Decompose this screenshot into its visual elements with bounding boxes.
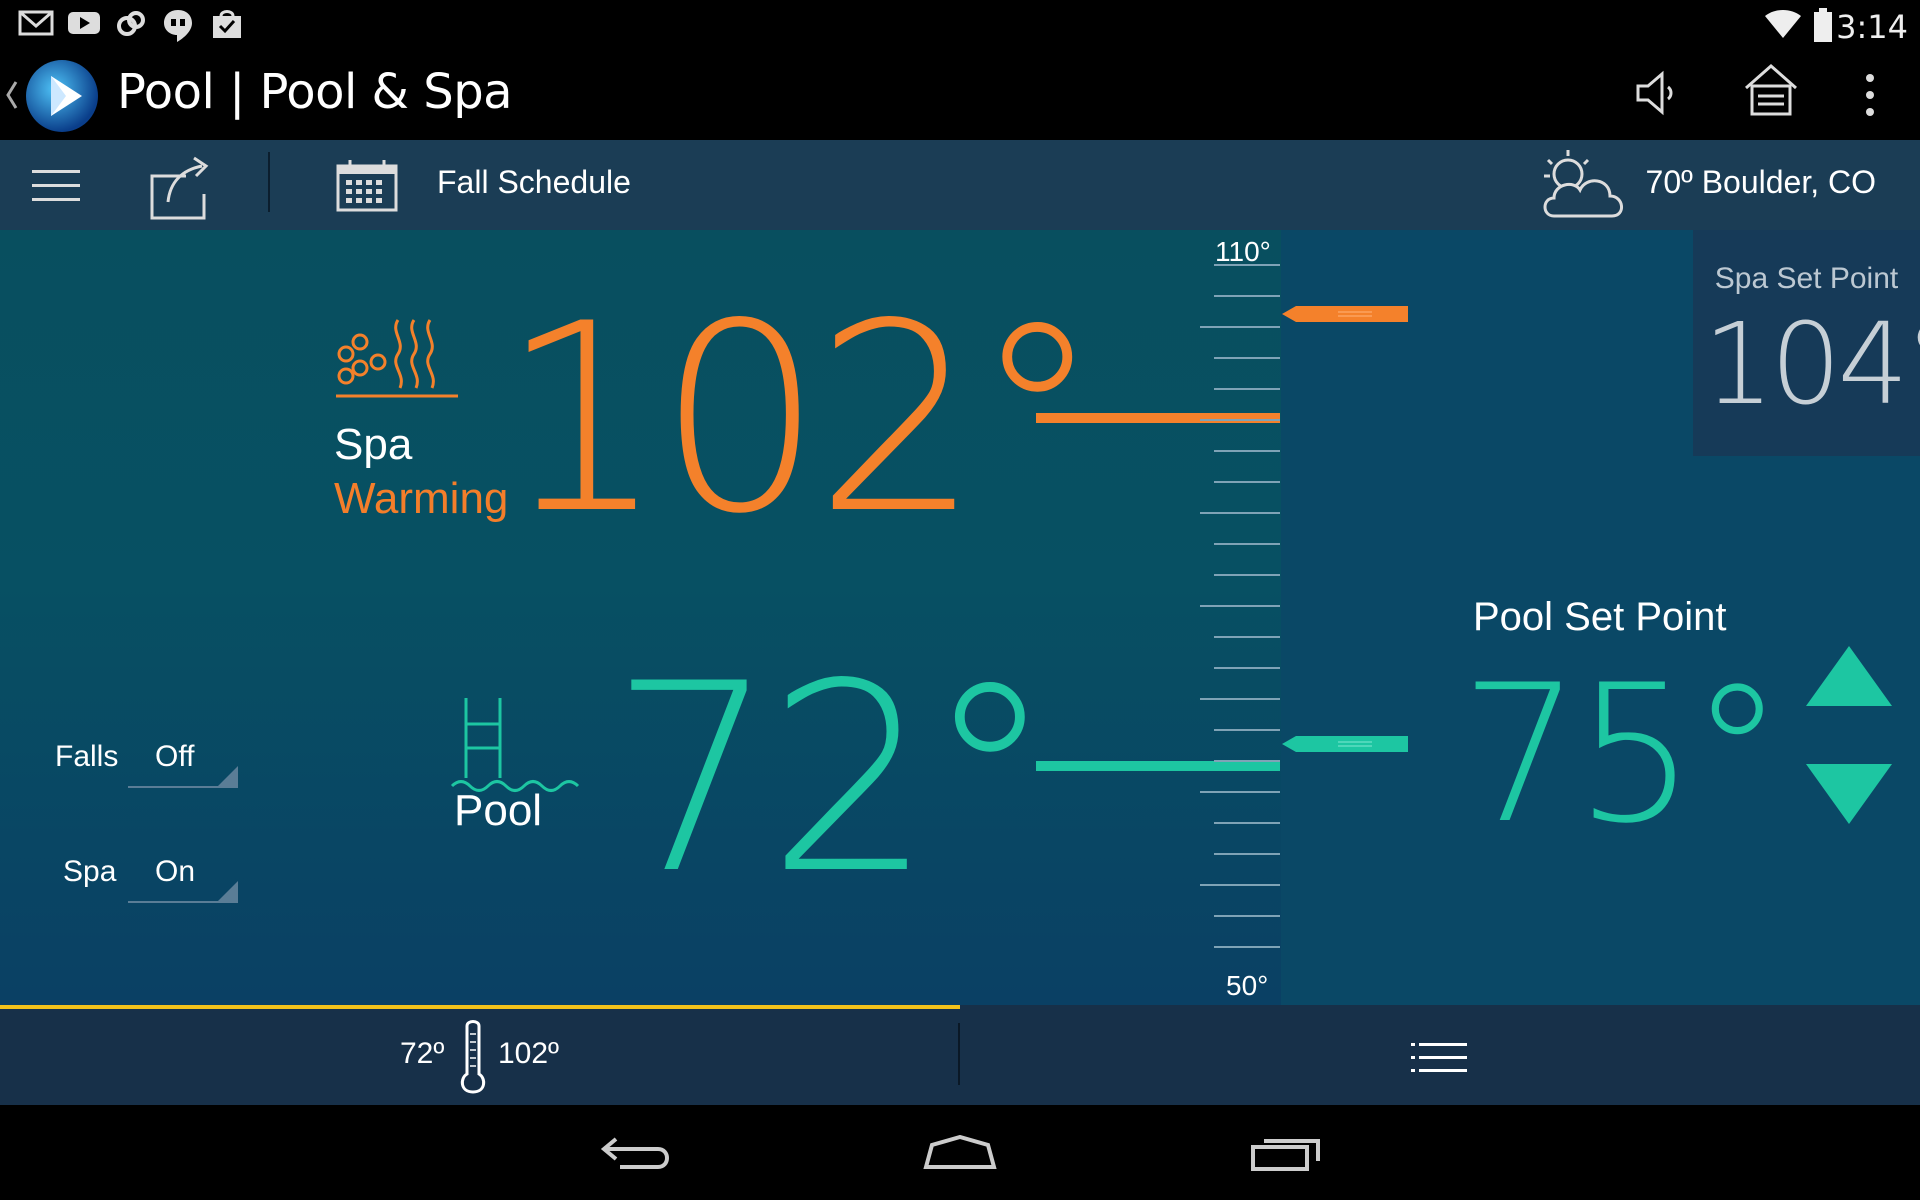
dropdown-corner-icon bbox=[218, 766, 238, 786]
battery-icon bbox=[1814, 8, 1832, 42]
partly-cloudy-icon bbox=[1543, 150, 1623, 218]
home-icon[interactable] bbox=[922, 1135, 998, 1171]
gmail-icon bbox=[18, 10, 54, 36]
thermometer-icon bbox=[460, 1020, 486, 1094]
spa-temperature: 102° bbox=[500, 269, 1102, 571]
dropdown-corner-icon bbox=[218, 881, 238, 901]
spa-set-point-label: Spa Set Point bbox=[1714, 262, 1899, 295]
wifi-icon bbox=[1765, 10, 1801, 38]
tab-list[interactable] bbox=[961, 1005, 1920, 1105]
status-bar: 3:14 bbox=[0, 0, 1920, 50]
low-temperature: 72º bbox=[400, 1037, 445, 1070]
bottom-bar-divider bbox=[958, 1023, 960, 1085]
back-chevron-icon[interactable] bbox=[6, 80, 18, 110]
navigation-bar bbox=[0, 1105, 1920, 1200]
list-icon bbox=[1411, 1043, 1467, 1072]
spa-label: Spa bbox=[334, 420, 413, 469]
falls-label: Falls bbox=[55, 740, 119, 773]
share-icon[interactable] bbox=[150, 150, 210, 220]
app-title: Pool | Pool & Spa bbox=[117, 64, 513, 120]
spa-status: Warming bbox=[334, 474, 509, 523]
spa-dropdown[interactable]: On bbox=[128, 845, 238, 903]
speaker-icon[interactable] bbox=[1634, 68, 1678, 118]
toolbar: Fall Schedule 70º Boulder, CO bbox=[0, 140, 1920, 230]
schedule-name[interactable]: Fall Schedule bbox=[437, 164, 631, 201]
status-time: 3:14 bbox=[1836, 8, 1908, 46]
spa-set-point-marker[interactable] bbox=[1280, 302, 1410, 326]
spa-set-point-value: 104° bbox=[1703, 300, 1920, 430]
increase-arrow-icon[interactable] bbox=[1804, 644, 1894, 708]
calendar-icon[interactable] bbox=[336, 160, 398, 212]
spa-toggle-label: Spa bbox=[63, 855, 117, 888]
play-store-icon bbox=[213, 10, 241, 38]
hamburger-menu-icon[interactable] bbox=[32, 168, 82, 204]
pool-temperature: 72° bbox=[610, 629, 1055, 931]
pool-set-point-marker[interactable] bbox=[1280, 732, 1410, 756]
back-icon[interactable] bbox=[600, 1133, 672, 1173]
spa-set-point-card[interactable]: Spa Set Point 104° bbox=[1693, 230, 1920, 456]
action-bar: Pool | Pool & Spa bbox=[0, 50, 1920, 140]
house-icon[interactable] bbox=[1742, 62, 1800, 118]
temperature-scale bbox=[1200, 264, 1280, 948]
pool-label: Pool bbox=[454, 786, 543, 835]
youtube-icon bbox=[68, 12, 100, 34]
spa-icon bbox=[336, 319, 458, 398]
pool-set-point-label: Pool Set Point bbox=[1473, 595, 1727, 639]
weather-text: 70º Boulder, CO bbox=[1645, 164, 1876, 200]
decrease-arrow-icon[interactable] bbox=[1804, 762, 1894, 826]
falls-value: Off bbox=[155, 740, 195, 773]
toolbar-divider bbox=[268, 152, 270, 212]
falls-dropdown[interactable]: Off bbox=[128, 730, 238, 788]
bottom-bar: 72º 102º bbox=[0, 1005, 1920, 1105]
spa-value: On bbox=[155, 855, 196, 888]
hangouts-icon bbox=[164, 10, 192, 42]
app-logo-icon[interactable] bbox=[24, 58, 100, 134]
high-temperature: 102º bbox=[498, 1037, 560, 1070]
tab-temperatures[interactable]: 72º 102º bbox=[0, 1005, 959, 1105]
sync-icon bbox=[117, 11, 145, 36]
recent-apps-icon[interactable] bbox=[1250, 1133, 1322, 1173]
overflow-menu-icon[interactable] bbox=[1862, 70, 1878, 120]
main-panel: Spa Set Point 104° Spa Warming 102° Pool… bbox=[0, 230, 1920, 1005]
pool-set-point-value: 75° bbox=[1460, 644, 1785, 865]
